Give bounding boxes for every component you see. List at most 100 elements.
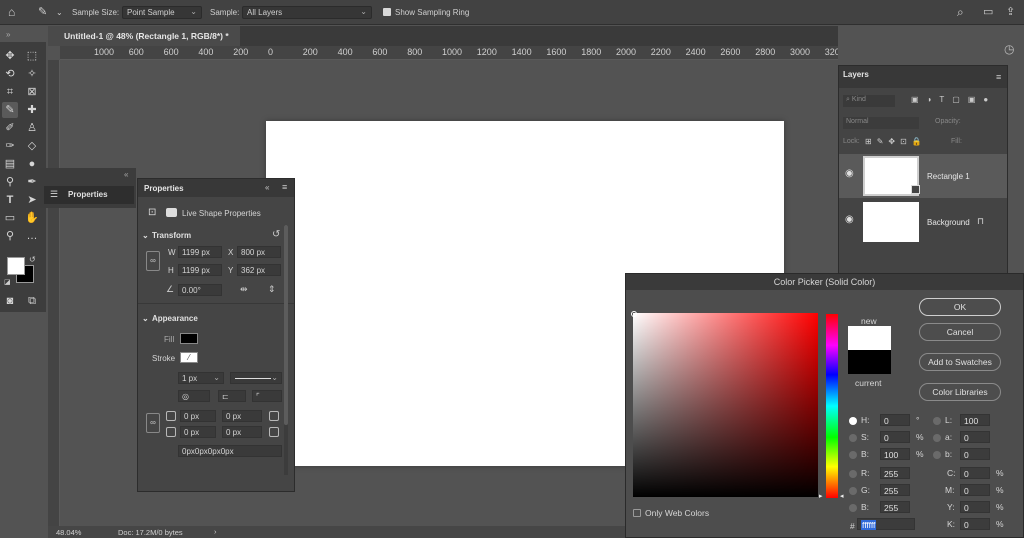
workspace-icon[interactable]: ▭ (983, 5, 993, 18)
b-radio[interactable] (849, 451, 857, 459)
layer-row[interactable]: ◉ Background ⊓ (839, 200, 1007, 244)
stroke-swatch[interactable]: ⁄ (180, 352, 198, 363)
b-field[interactable]: 100 (880, 448, 910, 460)
corner-br-field[interactable]: 0 px (222, 426, 262, 438)
corner-tl-field[interactable]: 0 px (180, 410, 216, 422)
reset-transform-icon[interactable]: ↺ (272, 229, 280, 240)
document-tab[interactable]: Untitled-1 @ 48% (Rectangle 1, RGB/8*) * (48, 26, 240, 46)
mask-properties-icon[interactable] (166, 208, 177, 217)
lock-icon[interactable]: ⊓ (977, 216, 984, 227)
transform-chevron-icon[interactable]: ⌄ (142, 231, 149, 240)
visibility-eye-icon[interactable]: ◉ (845, 168, 854, 179)
panel-menu-icon[interactable]: ≡ (996, 72, 1001, 82)
k-field[interactable]: 0 (960, 518, 990, 530)
lock-icons[interactable]: ⊞✎✥⊡🔒 (865, 137, 927, 146)
x-position-field[interactable]: 800 px (237, 246, 281, 258)
move-tool-icon[interactable]: ✥ (2, 48, 18, 64)
search-icon[interactable]: ⌕ (957, 5, 964, 20)
stroke-type-dropdown[interactable]: ⌄ (230, 372, 282, 384)
a-radio[interactable] (933, 434, 941, 442)
stroke-width-field[interactable]: 1 px ⌄ (178, 372, 224, 384)
s-radio[interactable] (849, 434, 857, 442)
h-field[interactable]: 0 (880, 414, 910, 426)
healing-tool-icon[interactable]: ✚ (24, 102, 40, 118)
properties-panel-button[interactable]: ☰ Properties (44, 186, 134, 204)
rectangle-tool-icon[interactable]: ▭ (2, 210, 18, 226)
g-field[interactable]: 255 (880, 484, 910, 496)
height-field[interactable]: 1199 px (178, 264, 222, 276)
blue-field[interactable]: 255 (880, 501, 910, 513)
path-select-tool-icon[interactable]: ➤ (24, 192, 40, 208)
fill-swatch[interactable] (180, 333, 198, 344)
h-radio[interactable] (849, 417, 857, 425)
panel-menu-icon[interactable]: ≡ (282, 182, 287, 192)
c-field[interactable]: 0 (960, 467, 990, 479)
layer-filter-field[interactable]: ⌕ Kind (843, 95, 895, 107)
r-field[interactable]: 255 (880, 467, 910, 479)
type-tool-icon[interactable]: T (2, 192, 18, 208)
eraser-tool-icon[interactable]: ◇ (24, 138, 40, 154)
r-radio[interactable] (849, 470, 857, 478)
flip-vertical-icon[interactable]: ⇕ (268, 284, 276, 295)
y-field[interactable]: 0 (960, 501, 990, 513)
hue-slider-left-arrow-icon[interactable]: ▸ (819, 492, 823, 500)
zoom-tool-icon[interactable]: ⚲ (2, 228, 18, 244)
sample-size-dropdown[interactable]: Point Sample ⌄ (122, 6, 202, 19)
g-radio[interactable] (849, 487, 857, 495)
screen-mode-icon[interactable]: ⧉ (24, 293, 40, 309)
corner-tr-field[interactable]: 0 px (222, 410, 262, 422)
tool-preset-chevron-icon[interactable]: ⌄ (56, 8, 63, 17)
stroke-align-dropdown[interactable]: ◎ (178, 390, 210, 402)
brush-tool-icon[interactable]: ✐ (2, 120, 18, 136)
sample-dropdown[interactable]: All Layers ⌄ (242, 6, 372, 19)
more-tools-icon[interactable]: … (24, 228, 40, 244)
home-icon[interactable]: ⌂ (8, 5, 15, 19)
visibility-eye-icon[interactable]: ◉ (845, 214, 854, 225)
dodge-tool-icon[interactable]: ⚲ (2, 174, 18, 190)
color-libraries-button[interactable]: Color Libraries (919, 383, 1001, 401)
swap-colors-icon[interactable]: ↺ (29, 255, 36, 264)
a-field[interactable]: 0 (960, 431, 990, 443)
appearance-chevron-icon[interactable]: ⌄ (142, 314, 149, 323)
collapse-dock-icon[interactable]: « (124, 170, 128, 179)
history-brush-tool-icon[interactable]: ✑ (2, 138, 18, 154)
quick-mask-icon[interactable]: ◙ (2, 293, 18, 309)
properties-scrollbar[interactable] (284, 225, 288, 475)
stroke-join-dropdown[interactable]: ⌜ (252, 390, 282, 402)
quick-select-tool-icon[interactable]: ✧ (24, 66, 40, 82)
layer-row[interactable]: ◉ Rectangle 1 (839, 154, 1007, 198)
link-corners-icon[interactable]: ∞ (146, 413, 160, 433)
lab-b-field[interactable]: 0 (960, 448, 990, 460)
status-menu-chevron-icon[interactable]: › (214, 527, 217, 536)
corner-bl-field[interactable]: 0 px (180, 426, 216, 438)
zoom-level[interactable]: 48.04% (56, 528, 81, 537)
flip-horizontal-icon[interactable]: ⇹ (240, 284, 248, 295)
y-position-field[interactable]: 362 px (237, 264, 281, 276)
angle-field[interactable]: 0.00° (178, 284, 222, 296)
crop-tool-icon[interactable]: ⌗ (2, 84, 18, 100)
frame-tool-icon[interactable]: ⊠ (24, 84, 40, 100)
show-ring-checkbox[interactable] (383, 8, 391, 16)
m-field[interactable]: 0 (960, 484, 990, 496)
hue-slider-right-arrow-icon[interactable]: ◂ (840, 492, 844, 500)
blur-tool-icon[interactable]: ● (24, 156, 40, 172)
share-icon[interactable]: ⇪ (1006, 5, 1015, 18)
stamp-tool-icon[interactable]: ♙ (24, 120, 40, 136)
layer-filter-icons[interactable]: ▣◑T▢▣● (911, 95, 996, 104)
hue-slider[interactable] (826, 314, 838, 498)
current-color-swatch[interactable] (848, 350, 891, 374)
corners-summary-field[interactable]: 0px0px0px0px (178, 445, 282, 457)
color-field-cursor[interactable] (631, 311, 637, 317)
hand-tool-icon[interactable]: ✋ (24, 210, 40, 226)
collapse-panel-icon[interactable]: « (265, 183, 269, 192)
s-field[interactable]: 0 (880, 431, 910, 443)
gradient-tool-icon[interactable]: ▤ (2, 156, 18, 172)
saturation-brightness-field[interactable] (633, 313, 818, 497)
stroke-cap-dropdown[interactable]: ⊏ (218, 390, 246, 402)
lab-b-radio[interactable] (933, 451, 941, 459)
only-web-colors-checkbox[interactable] (633, 509, 641, 517)
blend-mode-dropdown[interactable]: Normal (843, 117, 919, 129)
properties-scroll-thumb[interactable] (284, 225, 288, 425)
pen-tool-icon[interactable]: ✒ (24, 174, 40, 190)
eyedropper-tool-icon[interactable]: ✎ (2, 102, 18, 118)
